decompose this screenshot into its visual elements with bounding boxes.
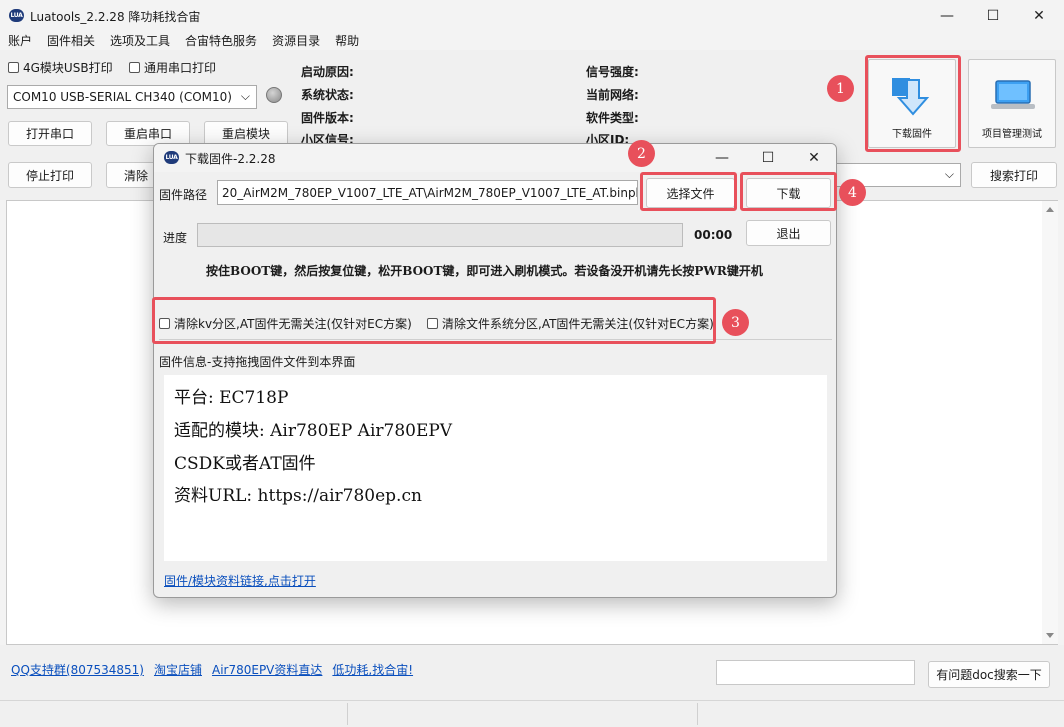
port-select[interactable]: COM10 USB-SERIAL CH340 (COM10) ⌵ [7, 85, 257, 109]
low-power-link[interactable]: 低功耗,找合宙! [332, 661, 413, 678]
firmware-version-label: 固件版本: [301, 111, 354, 125]
progress-bar [197, 223, 683, 247]
footer-links: QQ支持群(807534851) 淘宝店铺 Air780EPV资料直达 低功耗,… [11, 661, 413, 678]
maximize-button[interactable]: ☐ [970, 0, 1016, 31]
project-test-label: 项目管理测试 [982, 129, 1042, 140]
firmware-info-line: 资料URL: https://air780ep.cn [174, 486, 422, 506]
stop-print-button[interactable]: 停止打印 [8, 162, 92, 188]
doc-search-input[interactable] [716, 660, 915, 685]
status-divider [347, 703, 348, 725]
scroll-up-icon[interactable] [1046, 207, 1054, 212]
callout-box-clear-options [152, 297, 716, 344]
search-print-button[interactable]: 搜索打印 [971, 162, 1057, 188]
project-test-tool[interactable]: 项目管理测试 [968, 59, 1056, 148]
port-status-indicator-icon [266, 87, 282, 103]
minimize-button[interactable]: — [924, 0, 970, 31]
serial-print-option[interactable]: 通用串口打印 [129, 59, 216, 76]
callout-box-download [740, 172, 837, 211]
dialog-app-icon: LUA [164, 151, 179, 164]
status-divider [697, 703, 698, 725]
software-type-label: 软件类型: [586, 111, 639, 125]
callout-box-download-tool [865, 55, 961, 152]
menu-options-tools[interactable]: 选项及工具 [102, 32, 177, 49]
progress-time: 00:00 [694, 228, 733, 242]
dialog-minimize-button[interactable]: — [699, 144, 745, 172]
menu-help[interactable]: 帮助 [327, 32, 366, 49]
menu-account[interactable]: 账户 [0, 32, 39, 49]
serial-print-label: 通用串口打印 [144, 61, 217, 75]
firmware-path-value: 20_AirM2M_780EP_V1007_LTE_AT\AirM2M_780E… [222, 185, 638, 200]
firmware-info-line: 适配的模块: Air780EP Air780EPV [174, 421, 453, 441]
firmware-info-line: CSDK或者AT固件 [174, 454, 316, 474]
download-firmware-dialog: LUA 下载固件-2.2.28 — ☐ ✕ 固件路径 20_AirM2M_780… [153, 143, 837, 598]
callout-badge-4: 4 [839, 179, 866, 206]
usb-print-checkbox[interactable] [8, 62, 19, 73]
boot-instruction: 按住BOOT键，然后按复位键，松开BOOT键，即可进入刷机模式。若设备没开机请先… [206, 264, 763, 278]
dialog-maximize-button[interactable]: ☐ [745, 144, 791, 172]
callout-badge-3: 3 [722, 309, 749, 336]
port-select-value: COM10 USB-SERIAL CH340 (COM10) [13, 90, 232, 104]
callout-badge-2: 2 [628, 140, 655, 167]
callout-badge-1: 1 [827, 75, 854, 102]
menu-firmware[interactable]: 固件相关 [39, 32, 102, 49]
system-status-label: 系统状态: [301, 88, 354, 102]
air780epv-docs-link[interactable]: Air780EPV资料直达 [212, 661, 322, 678]
qq-group-link[interactable]: QQ支持群(807534851) [11, 661, 144, 678]
app-logo-icon: LUA [9, 9, 24, 22]
menu-bar: 账户 固件相关 选项及工具 合宙特色服务 资源目录 帮助 [0, 31, 1064, 50]
chevron-down-icon: ⌵ [240, 89, 250, 103]
current-network-label: 当前网络: [586, 88, 639, 102]
dialog-title: 下载固件-2.2.28 [185, 152, 276, 166]
firmware-path-input[interactable]: 20_AirM2M_780EP_V1007_LTE_AT\AirM2M_780E… [217, 180, 638, 205]
dialog-close-button[interactable]: ✕ [791, 144, 836, 172]
callout-box-choose-file [640, 172, 737, 211]
firmware-info-panel: 平台: EC718P 适配的模块: Air780EP Air780EPV CSD… [164, 375, 827, 561]
usb-print-option[interactable]: 4G模块USB打印 [8, 59, 113, 76]
close-button[interactable]: ✕ [1016, 0, 1062, 31]
scroll-down-icon[interactable] [1046, 633, 1054, 638]
exit-button[interactable]: 退出 [746, 220, 831, 246]
taobao-store-link[interactable]: 淘宝店铺 [154, 661, 202, 678]
menu-resources[interactable]: 资源目录 [264, 32, 327, 49]
boot-reason-label: 启动原因: [301, 65, 354, 79]
firmware-path-label: 固件路径 [159, 188, 208, 202]
log-scrollbar[interactable] [1042, 201, 1058, 644]
signal-strength-label: 信号强度: [586, 65, 639, 79]
serial-print-checkbox[interactable] [129, 62, 140, 73]
status-bar [0, 700, 1064, 727]
progress-label: 进度 [163, 231, 188, 245]
chevron-down-icon: ⌵ [944, 167, 954, 181]
menu-special-services[interactable]: 合宙特色服务 [177, 32, 264, 49]
doc-search-button[interactable]: 有问题doc搜索一下 [928, 661, 1050, 688]
firmware-docs-link[interactable]: 固件/模块资料链接,点击打开 [164, 572, 316, 589]
usb-print-label: 4G模块USB打印 [23, 61, 113, 75]
open-port-button[interactable]: 打开串口 [8, 121, 92, 146]
firmware-info-line: 平台: EC718P [174, 388, 289, 408]
window-title: Luatools_2.2.28 降功耗找合宙 [30, 10, 201, 24]
laptop-icon [991, 80, 1035, 109]
firmware-info-header: 固件信息-支持拖拽固件文件到本界面 [159, 355, 356, 369]
